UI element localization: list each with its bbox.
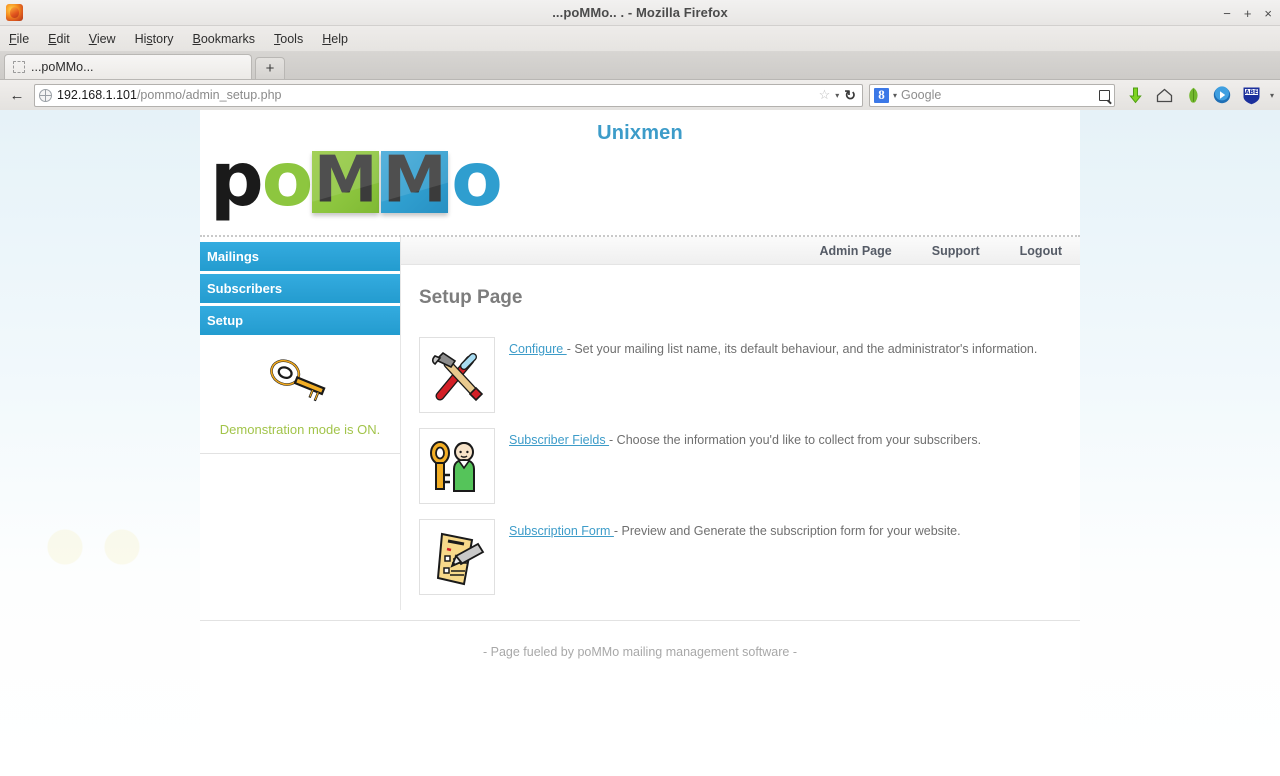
setup-item-configure-text: Configure - Set your mailing list name, … [509,337,1037,358]
new-tab-button[interactable]: + [255,57,285,79]
logo-letter-p: p [210,134,264,223]
navigation-toolbar: ← 192.168.1.101/pommo/admin_setup.php ☆ … [0,80,1280,111]
sidebar-item-mailings[interactable]: Mailings [200,242,400,271]
toolbar-overflow-chevron-icon[interactable]: ▾ [1270,91,1274,100]
address-bar[interactable]: 192.168.1.101/pommo/admin_setup.php ☆ ▾ … [34,83,863,107]
window-controls: − + × [1223,0,1272,26]
leaf-icon[interactable] [1183,85,1204,106]
page-viewport: Unixmen p o M M o Mailings Subscribers S… [0,110,1280,776]
abe-shield-icon[interactable]: ABE [1241,85,1262,106]
menu-history[interactable]: History [135,32,174,46]
hammer-and-screwdriver-icon [431,351,484,402]
logo-tile-m-green-letter: M [313,151,378,213]
gold-key-icon [270,359,326,402]
chevron-down-icon[interactable]: ▾ [835,91,839,100]
setup-item-subscriber-fields-thumb[interactable] [419,428,495,504]
demo-mode-text: Demonstration mode is ON. [219,422,381,437]
tab-label: ...poMMo... [31,60,94,74]
page-header: Unixmen p o M M o [200,110,1080,237]
subscription-form-description: - Preview and Generate the subscription … [613,524,961,538]
window-titlebar: ...poMMo.. . - Mozilla Firefox − + × [0,0,1280,26]
search-engine-chevron-icon[interactable]: ▾ [893,91,897,100]
window-title: ...poMMo.. . - Mozilla Firefox [552,5,728,20]
sidebar-item-setup-label: Setup [207,313,244,328]
sidebar-item-setup[interactable]: Setup [200,306,400,335]
tab-strip: ...poMMo... + [0,52,1280,80]
logo-tile-m-blue: M [381,151,449,213]
pommo-logo: p o M M o [210,134,503,223]
minimize-button[interactable]: − [1223,7,1231,20]
subscriber-fields-description: - Choose the information you'd like to c… [609,433,982,447]
google-icon: 8 [873,87,889,103]
nav-logout[interactable]: Logout [1020,244,1062,258]
sidebar-item-subscribers-label: Subscribers [207,281,283,296]
reload-icon[interactable]: ↻ [844,87,856,104]
url-text: 192.168.1.101/pommo/admin_setup.php [57,88,281,102]
sidebar-item-mailings-label: Mailings [207,249,260,264]
tab-pommo[interactable]: ...poMMo... [4,54,252,79]
browser-window: ...poMMo.. . - Mozilla Firefox − + × Fil… [0,0,1280,776]
pommo-page: Unixmen p o M M o Mailings Subscribers S… [200,110,1080,776]
nav-support[interactable]: Support [932,244,980,258]
subscription-form-link[interactable]: Subscription Form [509,524,614,538]
page-footer: - Page fueled by poMMo mailing managemen… [200,620,1080,661]
form-with-pencil-icon [436,532,485,586]
footer-text: - Page fueled by poMMo mailing managemen… [482,645,798,659]
svg-text:ABE: ABE [1245,89,1258,96]
demo-mode-box: Demonstration mode is ON. [200,357,400,454]
menu-edit[interactable]: Edit [48,32,70,46]
top-nav: Admin Page Support Logout [401,237,1080,265]
logo-letter-o-blue: o [451,134,503,223]
setup-item-subscriber-fields: Subscriber Fields - Choose the informati… [419,428,1080,504]
menu-file[interactable]: File [9,32,29,46]
page-body: Mailings Subscribers Setup Demonstration… [200,237,1080,610]
home-icon[interactable] [1154,85,1175,106]
menu-view[interactable]: View [89,32,116,46]
bookmark-star-icon[interactable]: ☆ [819,87,831,103]
logo-tile-m-green: M [312,151,380,213]
content-area: Admin Page Support Logout Setup Page Con… [400,237,1080,610]
close-button[interactable]: × [1264,7,1272,20]
nav-admin-page[interactable]: Admin Page [819,244,891,258]
menu-tools[interactable]: Tools [274,32,303,46]
menu-bookmarks[interactable]: Bookmarks [193,32,256,46]
key-and-person-icon [430,441,475,492]
sidebar: Mailings Subscribers Setup Demonstration… [200,237,400,454]
search-bar[interactable]: 8 ▾ Google [868,83,1115,107]
subscriber-fields-link[interactable]: Subscriber Fields [509,433,609,447]
setup-item-subscription-form-text: Subscription Form - Preview and Generate… [509,519,961,540]
browser-toolbar-icons: ABE ▾ [1121,85,1274,106]
menu-bar: File Edit View History Bookmarks Tools H… [0,26,1280,52]
page-title: Setup Page [419,287,523,308]
url-host: 192.168.1.101 [57,88,137,102]
url-path: /pommo/admin_setup.php [136,88,282,102]
configure-description: - Set your mailing list name, its defaul… [566,342,1038,356]
download-arrow-icon[interactable] [1125,85,1146,106]
setup-item-subscription-form-thumb[interactable] [419,519,495,595]
configure-link[interactable]: Configure [509,342,567,356]
menu-help[interactable]: Help [322,32,348,46]
setup-item-configure-thumb[interactable] [419,337,495,413]
logo-tile-m-blue-letter: M [382,151,447,213]
sidebar-item-subscribers[interactable]: Subscribers [200,274,400,303]
setup-item-subscriber-fields-text: Subscriber Fields - Choose the informati… [509,428,981,449]
setup-item-subscription-form: Subscription Form - Preview and Generate… [419,519,1080,595]
play-icon[interactable] [1212,85,1233,106]
maximize-button[interactable]: + [1244,7,1252,20]
back-arrow-icon[interactable]: ← [6,84,28,106]
search-input[interactable]: Google [901,88,941,102]
logo-letter-o-green: o [261,134,314,223]
search-magnifier-icon[interactable] [1098,89,1110,101]
content-inner: Setup Page Configure - Set your mailing … [401,265,1080,595]
globe-icon [39,88,52,102]
setup-item-configure: Configure - Set your mailing list name, … [419,337,1080,413]
address-bar-actions: ☆ ▾ ↻ [819,87,858,104]
tab-favicon-icon [13,61,25,73]
